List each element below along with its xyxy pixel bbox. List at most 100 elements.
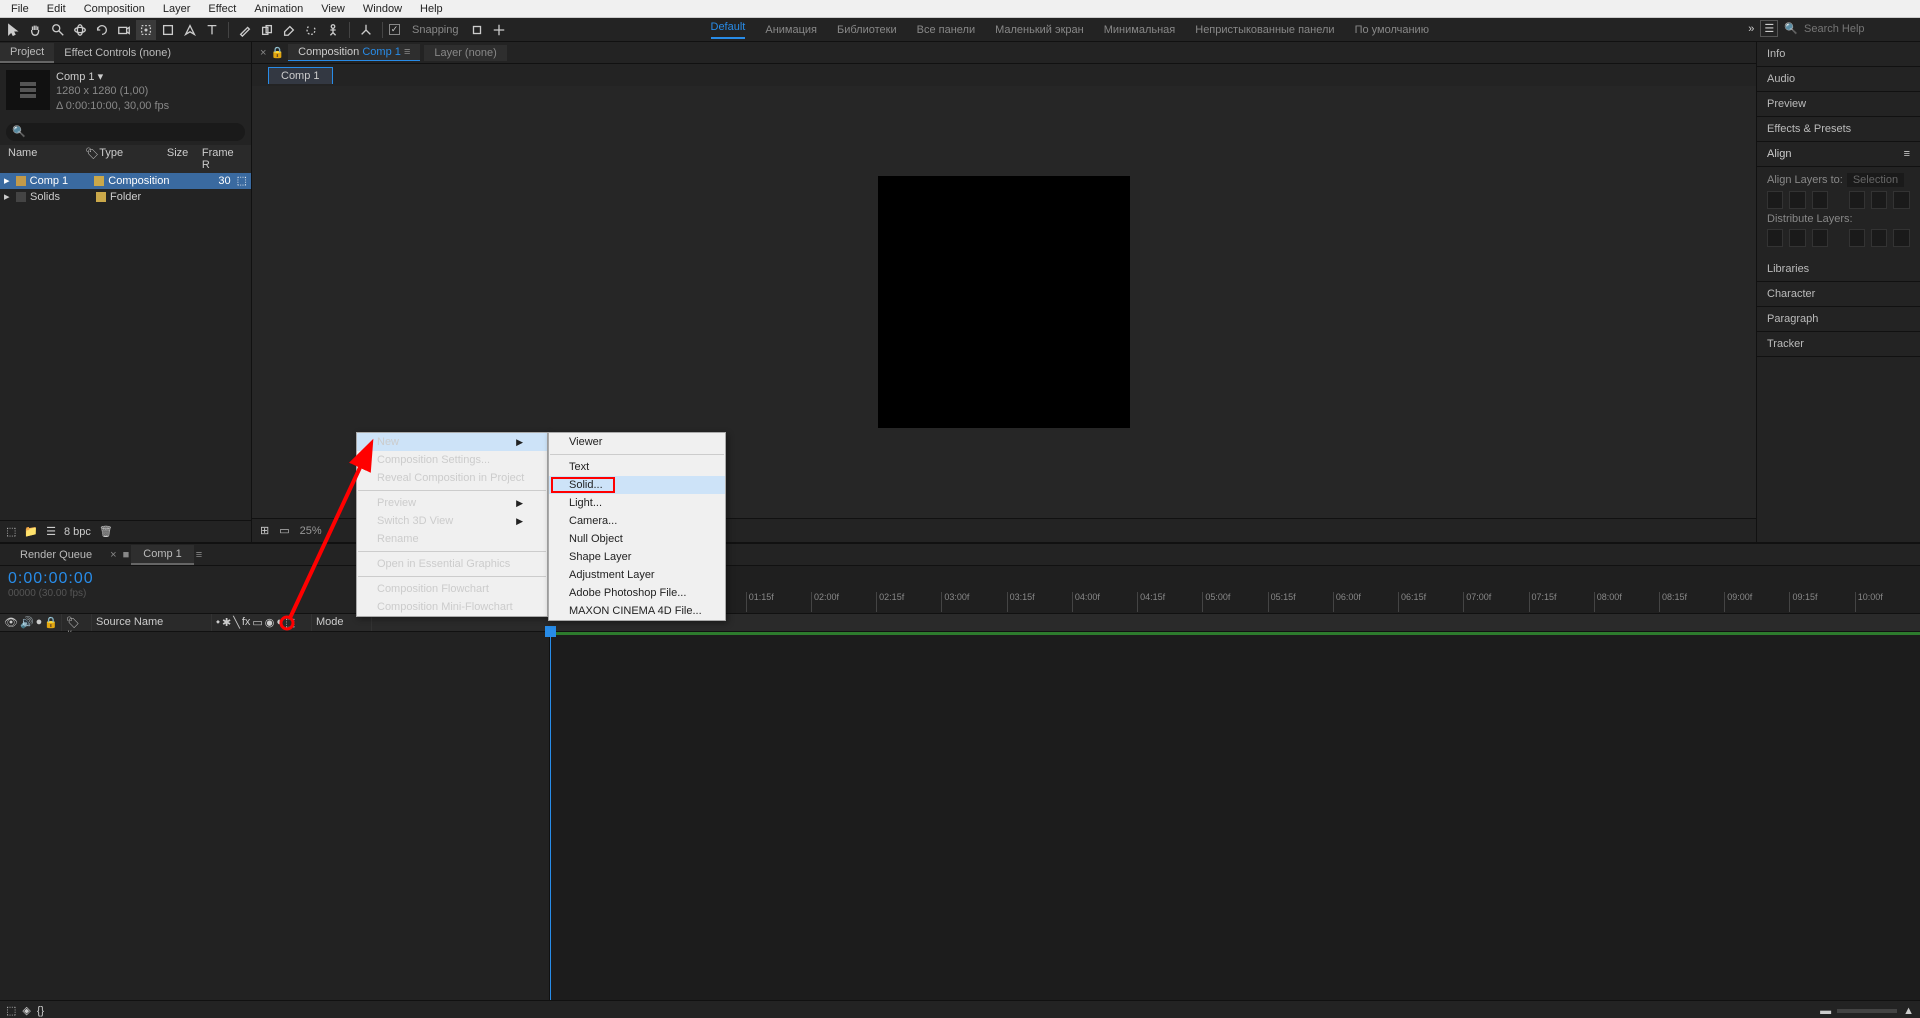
distribute-hcenter-icon[interactable] [1871, 229, 1887, 247]
zoom-tool-icon[interactable] [48, 20, 68, 40]
pen-tool-icon[interactable] [180, 20, 200, 40]
context-menu-item[interactable]: Open in Essential Graphics [357, 555, 547, 573]
align-top-icon[interactable] [1849, 191, 1865, 209]
menu-effect[interactable]: Effect [201, 2, 243, 16]
zoom-dropdown[interactable]: 25% [300, 525, 322, 537]
context-menu-item[interactable]: Viewer [549, 433, 725, 451]
3d-layer-icon[interactable]: ⬚ [285, 616, 295, 629]
context-menu-item[interactable]: Composition Flowchart [357, 580, 547, 598]
header-type[interactable]: Type [95, 147, 163, 171]
workspace-menu-icon[interactable]: ☰ [1760, 20, 1778, 37]
orbit-tool-icon[interactable] [70, 20, 90, 40]
label-header[interactable]: 🏷 # [62, 614, 92, 631]
eraser-tool-icon[interactable] [279, 20, 299, 40]
shape-tool-icon[interactable] [158, 20, 178, 40]
menu-animation[interactable]: Animation [247, 2, 310, 16]
tab-lock-icon[interactable]: ■ [123, 549, 130, 561]
tab-menu-icon[interactable]: ≡ [196, 549, 202, 561]
menu-file[interactable]: File [4, 2, 36, 16]
os-menubar[interactable]: File Edit Composition Layer Effect Anima… [0, 0, 1920, 18]
toggle-modes-icon[interactable]: ◈ [22, 1004, 30, 1017]
project-search[interactable]: 🔍 [6, 123, 245, 141]
header-name[interactable]: Name [4, 147, 81, 171]
rotate-tool-icon[interactable] [92, 20, 112, 40]
search-help-input[interactable] [1804, 23, 1914, 35]
camera-tool-icon[interactable] [114, 20, 134, 40]
viewer-subtab-comp[interactable]: Comp 1 [268, 67, 333, 84]
context-menu-item[interactable]: Solid... [549, 476, 725, 494]
panel-libraries[interactable]: Libraries [1757, 257, 1920, 282]
flowchart-icon[interactable]: ⬚ [237, 174, 247, 187]
context-menu-item[interactable]: Switch 3D View▶ [357, 512, 547, 530]
selection-tool-icon[interactable] [4, 20, 24, 40]
fx-icon[interactable]: fx [242, 616, 251, 629]
menu-help[interactable]: Help [413, 2, 450, 16]
context-menu-item[interactable]: Reveal Composition in Project [357, 469, 547, 487]
align-to-dropdown[interactable]: Selection [1847, 173, 1904, 187]
label-color-icon[interactable] [94, 176, 104, 186]
header-frame[interactable]: Frame R [198, 147, 247, 171]
project-item-comp[interactable]: ▸ Comp 1 Composition 30 ⬚ [0, 173, 251, 189]
viewer-tab-layer[interactable]: Layer (none) [424, 45, 506, 61]
comp-thumbnail[interactable] [6, 70, 50, 110]
tab-close-icon[interactable]: × [110, 549, 116, 561]
tab-render-queue[interactable]: Render Queue [8, 546, 104, 564]
context-menu-item[interactable]: Preview▶ [357, 494, 547, 512]
panel-info[interactable]: Info [1757, 42, 1920, 67]
context-menu-item[interactable]: Adobe Photoshop File... [549, 584, 725, 602]
viewer-tab-menu-icon[interactable]: ≡ [404, 46, 410, 58]
context-submenu-new[interactable]: ViewerTextSolid...Light...Camera...Null … [548, 432, 726, 621]
tab-effect-controls[interactable]: Effect Controls (none) [54, 44, 181, 62]
playhead[interactable] [550, 632, 551, 1000]
context-menu-item[interactable]: MAXON CINEMA 4D File... [549, 602, 725, 620]
align-bottom-icon[interactable] [1893, 191, 1909, 209]
panel-preview[interactable]: Preview [1757, 92, 1920, 117]
distribute-left-icon[interactable] [1849, 229, 1865, 247]
brush-tool-icon[interactable] [235, 20, 255, 40]
composition-canvas[interactable] [878, 176, 1130, 428]
header-label-icon[interactable]: 🏷 [81, 147, 95, 171]
motion-blur-icon[interactable]: ◉ [265, 616, 275, 629]
context-menu-item[interactable]: New▶ [357, 433, 547, 451]
menu-view[interactable]: View [314, 2, 352, 16]
trash-icon[interactable]: 🗑 [99, 525, 113, 538]
panel-menu-icon[interactable]: ≡ [1904, 148, 1910, 160]
snap-opt2-icon[interactable] [489, 20, 509, 40]
clone-tool-icon[interactable] [257, 20, 277, 40]
panel-effects-presets[interactable]: Effects & Presets [1757, 117, 1920, 142]
twirl-icon[interactable]: ▸ [4, 190, 12, 203]
align-right-icon[interactable] [1812, 191, 1828, 209]
bpc-label[interactable]: 8 bpc [64, 526, 91, 538]
local-axis-icon[interactable] [356, 20, 376, 40]
menu-edit[interactable]: Edit [40, 2, 73, 16]
video-toggle-icon[interactable]: 👁 [4, 616, 18, 629]
panel-tracker[interactable]: Tracker [1757, 332, 1920, 357]
collapse-icon[interactable]: ✱ [222, 616, 231, 629]
context-menu-item[interactable]: Shape Layer [549, 548, 725, 566]
workspace-item[interactable]: Минимальная [1104, 24, 1176, 36]
viewer-close-icon[interactable]: × [260, 47, 266, 59]
align-left-icon[interactable] [1767, 191, 1783, 209]
comp-name[interactable]: Comp 1 ▾ [56, 70, 169, 84]
distribute-vcenter-icon[interactable] [1789, 229, 1805, 247]
viewer-tab-composition[interactable]: Composition Comp 1 ≡ [288, 44, 420, 61]
hand-tool-icon[interactable] [26, 20, 46, 40]
resolution-icon[interactable]: ▭ [279, 524, 289, 537]
workspace-item[interactable]: Все панели [917, 24, 975, 36]
frame-blend-icon[interactable]: ▭ [252, 616, 262, 629]
panel-align-title[interactable]: Align [1767, 148, 1791, 160]
work-area-bar[interactable] [550, 632, 1920, 635]
distribute-bottom-icon[interactable] [1812, 229, 1828, 247]
context-menu-item[interactable]: Light... [549, 494, 725, 512]
workspace-item[interactable]: Маленький экран [995, 24, 1084, 36]
workspace-overflow-icon[interactable]: » [1748, 23, 1754, 35]
new-comp-icon[interactable]: ☰ [46, 525, 56, 538]
align-vcenter-icon[interactable] [1871, 191, 1887, 209]
puppet-tool-icon[interactable] [323, 20, 343, 40]
tab-timeline-comp[interactable]: Comp 1 [131, 545, 194, 565]
project-item-folder[interactable]: ▸ Solids Folder [0, 189, 251, 205]
workspace-item[interactable]: По умолчанию [1355, 24, 1429, 36]
adjustment-icon[interactable]: ◐ [276, 616, 283, 629]
lock-toggle-icon[interactable]: 🔒 [44, 616, 58, 629]
context-menu-item[interactable]: Adjustment Layer [549, 566, 725, 584]
